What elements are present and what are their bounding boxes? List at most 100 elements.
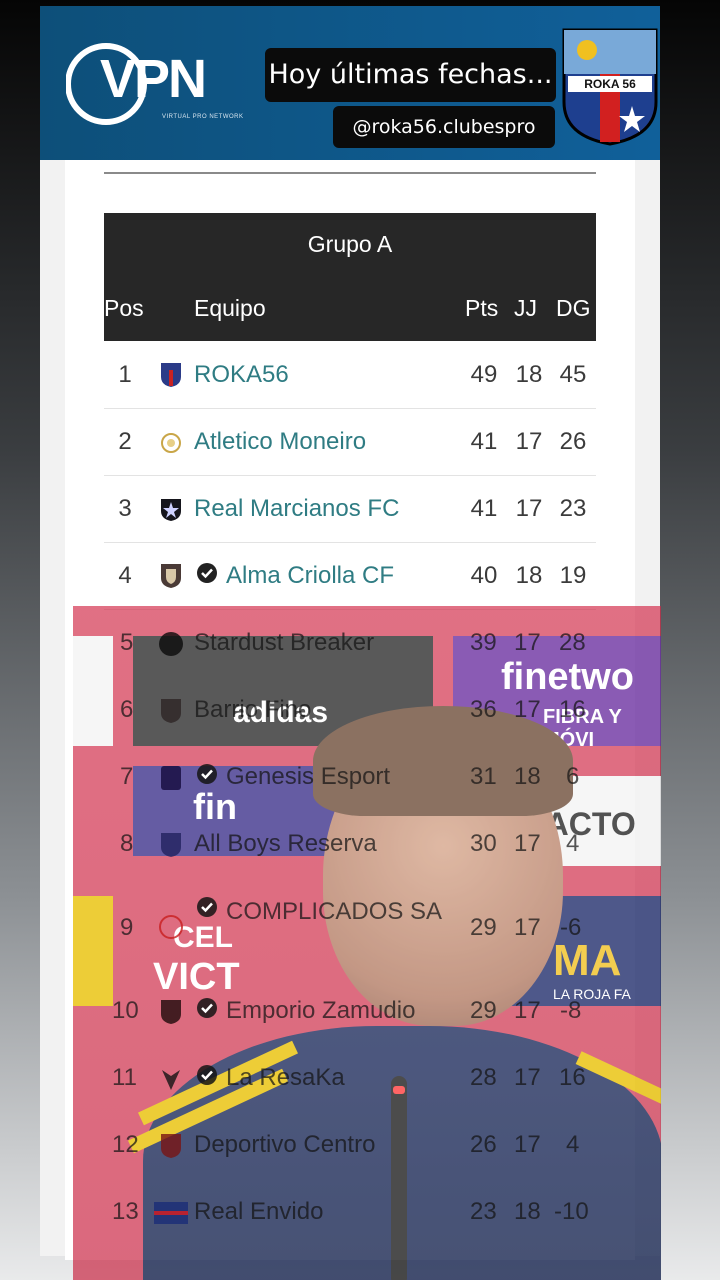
vpn-logo: VPN VIRTUAL PRO NETWORK	[66, 42, 246, 132]
team-crest-icon	[161, 1000, 181, 1024]
table-row[interactable]: 9 COMPLICADOS SA 29 17 -6	[104, 880, 664, 974]
row-pts: 41	[470, 428, 498, 455]
team-crest-icon	[161, 499, 181, 521]
story-caption-main: Hoy últimas fechas...	[265, 48, 556, 102]
table-row[interactable]: 4 Alma Criolla CF 40 18 19	[104, 542, 596, 610]
row-pts: 28	[470, 1064, 497, 1091]
team-link[interactable]: Real Envido	[194, 1178, 323, 1245]
row-dg: -6	[560, 914, 582, 941]
row-pts: 36	[470, 696, 497, 723]
logo-text: VPN	[100, 49, 207, 109]
team-link[interactable]: Atletico Moneiro	[194, 408, 366, 475]
story-header: VPN VIRTUAL PRO NETWORK Hoy últimas fech…	[40, 6, 660, 160]
table-row[interactable]: 5 Stardust Breaker 39 17 28	[104, 609, 664, 676]
row-pts: 26	[470, 1131, 497, 1158]
row-jj: 17	[515, 495, 543, 522]
row-pos: 8	[120, 830, 134, 857]
team-crest-icon	[161, 766, 181, 790]
row-pts: 23	[470, 1198, 497, 1225]
row-pos: 3	[118, 495, 132, 522]
table-row[interactable]: 7 Genesis Esport 31 18 6	[104, 743, 664, 810]
row-jj: 17	[514, 914, 541, 941]
team-link[interactable]: COMPLICADOS SA	[194, 880, 444, 967]
row-pos: 2	[118, 428, 132, 455]
team-link[interactable]: Barrio Fino	[194, 676, 311, 743]
row-pts: 31	[470, 763, 497, 790]
team-crest-icon	[161, 833, 181, 857]
row-dg: 4	[566, 830, 580, 857]
row-jj: 17	[514, 1064, 541, 1091]
row-pos: 11	[112, 1064, 137, 1091]
row-pts: 29	[470, 997, 497, 1024]
table-row[interactable]: 1 ROKA56 49 18 45	[104, 341, 596, 409]
team-crest-icon	[161, 363, 181, 387]
team-crest-icon	[162, 1070, 180, 1090]
team-crest-icon	[161, 699, 181, 723]
team-link[interactable]: Emporio Zamudio	[226, 977, 415, 1044]
row-pos: 4	[118, 562, 132, 589]
verified-icon	[197, 764, 217, 784]
team-link[interactable]: Alma Criolla CF	[226, 542, 394, 609]
table-row[interactable]: 6 Barrio Fino 36 17 16	[104, 676, 664, 743]
table-row[interactable]: 11 La ResaKa 28 17 16	[104, 1044, 664, 1111]
row-dg: 19	[559, 562, 587, 589]
row-pts: 29	[470, 914, 497, 941]
table-row[interactable]: 2 Atletico Moneiro 41 17 26	[104, 408, 596, 476]
row-dg: 28	[559, 629, 586, 656]
row-jj: 17	[514, 696, 541, 723]
row-jj: 17	[514, 830, 541, 857]
table-row[interactable]: 10 Emporio Zamudio 29 17 -8	[104, 977, 664, 1044]
team-crest-icon	[154, 1202, 188, 1224]
row-pts: 39	[470, 629, 497, 656]
team-crest-icon	[159, 632, 183, 656]
row-pos: 6	[120, 696, 134, 723]
row-pts: 49	[470, 361, 498, 388]
team-link[interactable]: La ResaKa	[226, 1044, 345, 1111]
team-link[interactable]: All Boys Reserva	[194, 810, 377, 877]
row-pos: 7	[120, 763, 134, 790]
row-pos: 12	[112, 1131, 139, 1158]
table-row[interactable]: 12 Deportivo Centro 26 17 4	[104, 1111, 664, 1178]
row-jj: 17	[514, 1131, 541, 1158]
col-pos: Pos	[104, 295, 144, 321]
row-jj: 18	[515, 361, 543, 388]
club-badge: ROKA 56	[560, 26, 660, 146]
team-crest-icon	[161, 433, 181, 453]
logo-subtitle: VIRTUAL PRO NETWORK	[162, 114, 244, 120]
table-row[interactable]: 3 Real Marcianos FC 41 17 23	[104, 475, 596, 543]
row-jj: 17	[514, 997, 541, 1024]
team-link[interactable]: Real Marcianos FC	[194, 475, 399, 542]
team-link[interactable]: Stardust Breaker	[194, 609, 374, 676]
row-pts: 40	[470, 562, 498, 589]
row-pos: 1	[118, 361, 132, 388]
verified-icon	[197, 998, 217, 1018]
row-dg: 16	[559, 696, 586, 723]
row-pos: 13	[112, 1198, 139, 1225]
row-pts: 41	[470, 495, 498, 522]
team-link[interactable]: Genesis Esport	[226, 743, 390, 810]
table-header: Grupo A Pos Equipo Pts JJ DG	[104, 213, 596, 341]
row-dg: 26	[559, 428, 587, 455]
row-dg: 23	[559, 495, 587, 522]
group-title: Grupo A	[307, 231, 393, 257]
col-team: Equipo	[194, 295, 266, 321]
row-dg: -10	[554, 1198, 589, 1225]
team-crest-icon	[161, 1134, 181, 1158]
row-dg: 4	[566, 1131, 580, 1158]
row-pos: 9	[120, 914, 134, 941]
row-pts: 30	[470, 830, 497, 857]
team-crest-icon	[161, 564, 181, 588]
row-jj: 18	[515, 562, 543, 589]
col-pts: Pts	[465, 295, 499, 321]
row-jj: 18	[514, 763, 541, 790]
table-row[interactable]: 13 Real Envido 23 18 -10	[104, 1178, 664, 1245]
col-dg: DG	[556, 295, 591, 321]
story-caption-handle[interactable]: @roka56.clubespro	[333, 106, 555, 148]
divider	[104, 172, 596, 174]
table-row[interactable]: 8 All Boys Reserva 30 17 4	[104, 810, 664, 877]
row-jj: 17	[515, 428, 543, 455]
team-link[interactable]: ROKA56	[194, 341, 289, 408]
row-dg: 45	[559, 361, 587, 388]
row-dg: 16	[559, 1064, 586, 1091]
team-link[interactable]: Deportivo Centro	[194, 1111, 375, 1178]
